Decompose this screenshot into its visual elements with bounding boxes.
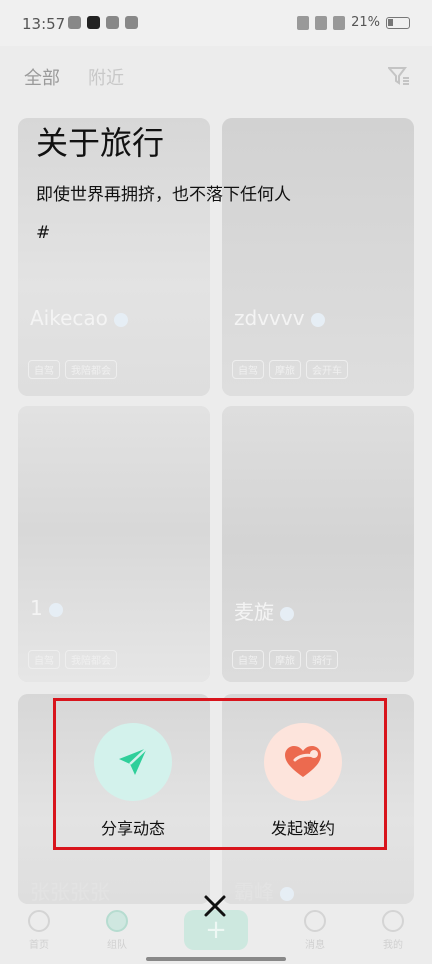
nav-profile[interactable]: 我的 (382, 909, 404, 951)
wifi-icon (333, 15, 346, 30)
tag-chip: 摩旅 (269, 650, 301, 669)
calendar-icon (125, 16, 138, 29)
tiktok-icon (87, 16, 100, 29)
verified-icon (310, 312, 325, 327)
overlay-subtitle: 即使世界再拥挤，也不落下任何人 (36, 185, 291, 205)
tag-chip: 会开车 (306, 360, 348, 379)
status-bar: 13:57 21% (0, 0, 432, 46)
feed-tabs: 全部 附近 (24, 64, 124, 90)
start-invite-button[interactable]: 发起邀约 (228, 701, 378, 847)
nav-messages[interactable]: 消息 (304, 909, 326, 951)
battery-percent: 21% (351, 15, 380, 30)
message-icon (304, 909, 326, 932)
user-card[interactable]: 麦旋 自驾 摩旅 骑行 (222, 406, 414, 682)
tab-all[interactable]: 全部 (24, 64, 60, 90)
tag-chip: 自驾 (232, 650, 264, 669)
tag-chip: 我陪都会 (65, 360, 117, 379)
battery-icon (386, 16, 410, 29)
user-card-name: Aikecao (30, 306, 128, 330)
vibrate-icon (297, 15, 310, 30)
overlay-hashtag: # (36, 223, 51, 243)
app-notification-icon (68, 16, 81, 29)
share-post-icon-bg (94, 723, 172, 801)
home-icon (28, 909, 50, 932)
tag-chip: 骑行 (306, 650, 338, 669)
signal-icon (315, 15, 328, 30)
system-indicators: 21% (297, 15, 410, 30)
tag-chip: 自驾 (232, 360, 264, 379)
status-time: 13:57 (22, 15, 66, 33)
tag-chip: 自驾 (28, 360, 60, 379)
notification-icons (68, 16, 138, 29)
home-indicator[interactable] (146, 957, 286, 961)
nav-team[interactable]: 组队 (106, 909, 128, 951)
verified-icon (48, 602, 63, 617)
filter-icon[interactable] (388, 66, 410, 86)
verified-icon (113, 312, 128, 327)
user-card[interactable]: 1 自驾 我陪都会 (18, 406, 210, 682)
paper-plane-icon (119, 747, 148, 775)
share-post-label: 分享动态 (100, 819, 165, 838)
create-action-panel: 分享动态 发起邀约 (53, 698, 387, 850)
profile-icon (382, 909, 404, 932)
tag-chip: 摩旅 (269, 360, 301, 379)
user-card-name: 1 (30, 596, 63, 620)
tab-nearby[interactable]: 附近 (88, 64, 124, 90)
user-card[interactable]: zdvvvv 自驾 摩旅 会开车 (222, 118, 414, 396)
share-post-button[interactable]: 分享动态 (58, 701, 208, 847)
verified-icon (280, 606, 294, 621)
start-invite-icon-bg (264, 723, 342, 801)
sync-icon (106, 16, 119, 29)
heart-icon (106, 909, 128, 932)
close-icon[interactable] (202, 893, 228, 919)
user-card-name: zdvvvv (234, 306, 325, 330)
tag-chip: 我陪都会 (65, 650, 117, 669)
overlay-title: 关于旅行 (36, 124, 165, 162)
heart-icon (285, 746, 321, 777)
start-invite-label: 发起邀约 (270, 819, 335, 838)
nav-home[interactable]: 首页 (28, 909, 50, 951)
user-card-name: 麦旋 (234, 596, 294, 625)
tag-chip: 自驾 (28, 650, 60, 669)
